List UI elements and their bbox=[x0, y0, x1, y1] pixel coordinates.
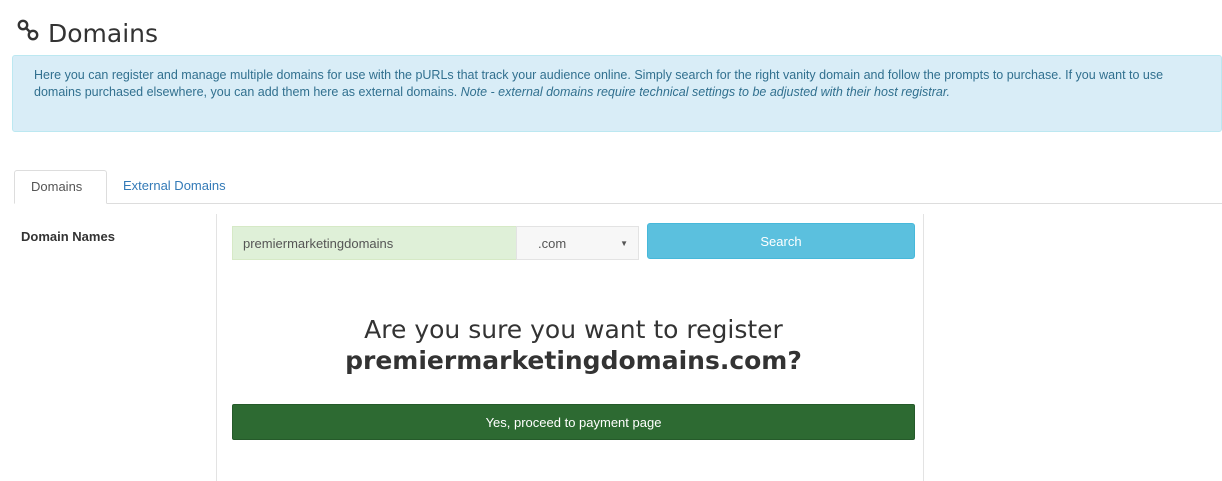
link-icon bbox=[16, 18, 40, 48]
info-note: Note - external domains require technica… bbox=[460, 85, 951, 99]
tld-select-value: .com bbox=[538, 235, 567, 251]
info-alert: Here you can register and manage multipl… bbox=[12, 55, 1222, 132]
search-button[interactable]: Search bbox=[647, 223, 915, 259]
tab-external-domains[interactable]: External Domains bbox=[107, 170, 242, 204]
tab-bar: Domains External Domains bbox=[14, 170, 1222, 204]
page-title: Domains bbox=[48, 18, 159, 48]
confirm-question-text: Are you sure you want to register bbox=[364, 315, 783, 344]
confirm-message: Are you sure you want to register premie… bbox=[232, 314, 915, 376]
tld-select[interactable]: .com ▼ bbox=[516, 226, 639, 260]
proceed-to-payment-button[interactable]: Yes, proceed to payment page bbox=[232, 404, 915, 440]
domain-names-label: Domain Names bbox=[21, 229, 115, 244]
confirm-domain-name: premiermarketingdomains.com? bbox=[345, 346, 802, 375]
domain-search-input[interactable] bbox=[232, 226, 516, 260]
tab-domains[interactable]: Domains bbox=[14, 170, 107, 204]
domain-search-panel: .com ▼ Search Are you sure you want to r… bbox=[216, 214, 924, 481]
page-header: Domains bbox=[16, 18, 158, 48]
caret-down-icon: ▼ bbox=[620, 238, 628, 248]
